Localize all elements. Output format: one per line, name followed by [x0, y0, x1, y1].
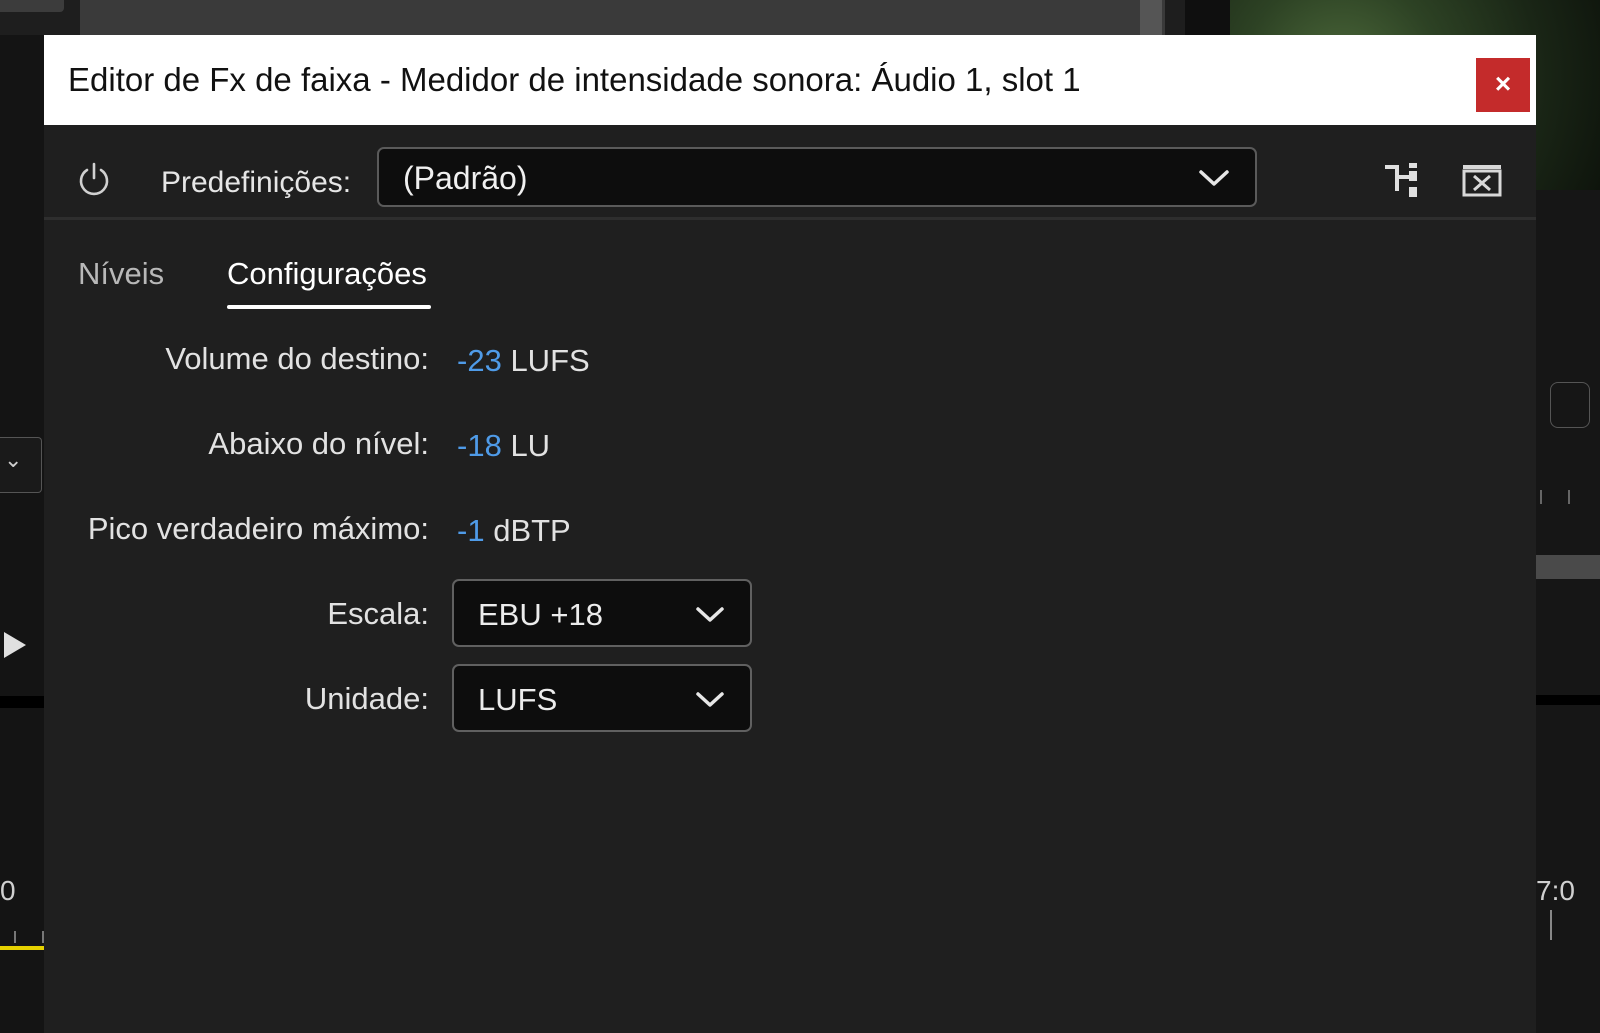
presets-dropdown[interactable]: (Padrão) — [377, 147, 1257, 207]
max-true-peak-label: Pico verdadeiro máximo: — [87, 511, 429, 546]
background-divider-line — [0, 696, 44, 708]
power-icon[interactable] — [76, 161, 112, 197]
background-panel — [80, 0, 1165, 35]
scale-label: Escala: — [327, 596, 429, 631]
scale-dropdown[interactable]: EBU +18 — [452, 579, 752, 647]
presets-value: (Padrão) — [403, 160, 528, 196]
work-area-bar — [0, 946, 44, 950]
active-tab-indicator — [227, 305, 431, 309]
presets-toolbar: Predefinições: (Padrão) — [44, 125, 1536, 220]
scale-value: EBU +18 — [478, 597, 603, 632]
unit-value: LUFS — [478, 682, 558, 717]
chevron-down-icon — [696, 692, 724, 707]
close-button[interactable]: × — [1476, 58, 1530, 112]
target-volume-value[interactable]: -23 — [457, 343, 502, 378]
playhead-tick — [1550, 910, 1552, 940]
title-bar[interactable]: Editor de Fx de faixa - Medidor de inten… — [44, 35, 1536, 125]
background-divider-line — [1536, 695, 1600, 705]
target-volume-unit: LUFS — [510, 343, 590, 378]
background-chip — [0, 0, 64, 12]
max-true-peak-field: -1 dBTP — [457, 512, 571, 550]
chevron-down-icon: ⌄ — [4, 447, 23, 472]
below-level-value[interactable]: -18 — [457, 428, 502, 463]
play-icon[interactable] — [4, 632, 26, 658]
tab-bar: Níveis Configurações — [44, 255, 1536, 315]
routing-icon[interactable] — [1382, 161, 1426, 201]
background-divider — [1185, 0, 1230, 35]
presets-label: Predefinições: — [161, 166, 352, 199]
left-timecode: 0 — [0, 875, 16, 906]
timeline-ticks — [1540, 490, 1570, 504]
background-button[interactable] — [1550, 382, 1590, 428]
max-true-peak-value[interactable]: -1 — [457, 513, 485, 548]
background-right-panel: 7:0 — [1536, 190, 1600, 1033]
below-level-label: Abaixo do nível: — [208, 426, 429, 461]
target-volume-label: Volume do destino: — [165, 341, 429, 376]
chevron-down-icon — [696, 607, 724, 622]
window-title: Editor de Fx de faixa - Medidor de inten… — [68, 61, 1081, 98]
chevron-down-icon — [1199, 170, 1229, 186]
tab-niveis[interactable]: Níveis — [78, 255, 164, 293]
background-left-panel: ⌄ 0 — [0, 35, 44, 1033]
right-timecode: 7:0 — [1536, 875, 1575, 906]
unit-label: Unidade: — [304, 681, 429, 716]
track-fx-editor-dialog: Editor de Fx de faixa - Medidor de inten… — [44, 35, 1536, 1033]
max-true-peak-unit: dBTP — [493, 513, 571, 548]
target-volume-field: -23 LUFS — [457, 342, 590, 380]
below-level-field: -18 LU — [457, 427, 550, 465]
below-level-unit: LU — [510, 428, 551, 463]
background-scrollbar-thumb[interactable] — [1536, 555, 1600, 579]
background-top-area — [0, 0, 1600, 190]
background-scrollbar[interactable] — [1140, 0, 1162, 35]
delete-preset-icon[interactable] — [1460, 163, 1504, 199]
tab-configuracoes[interactable]: Configurações — [227, 255, 427, 293]
unit-dropdown[interactable]: LUFS — [452, 664, 752, 732]
timeline-ticks — [14, 931, 44, 943]
